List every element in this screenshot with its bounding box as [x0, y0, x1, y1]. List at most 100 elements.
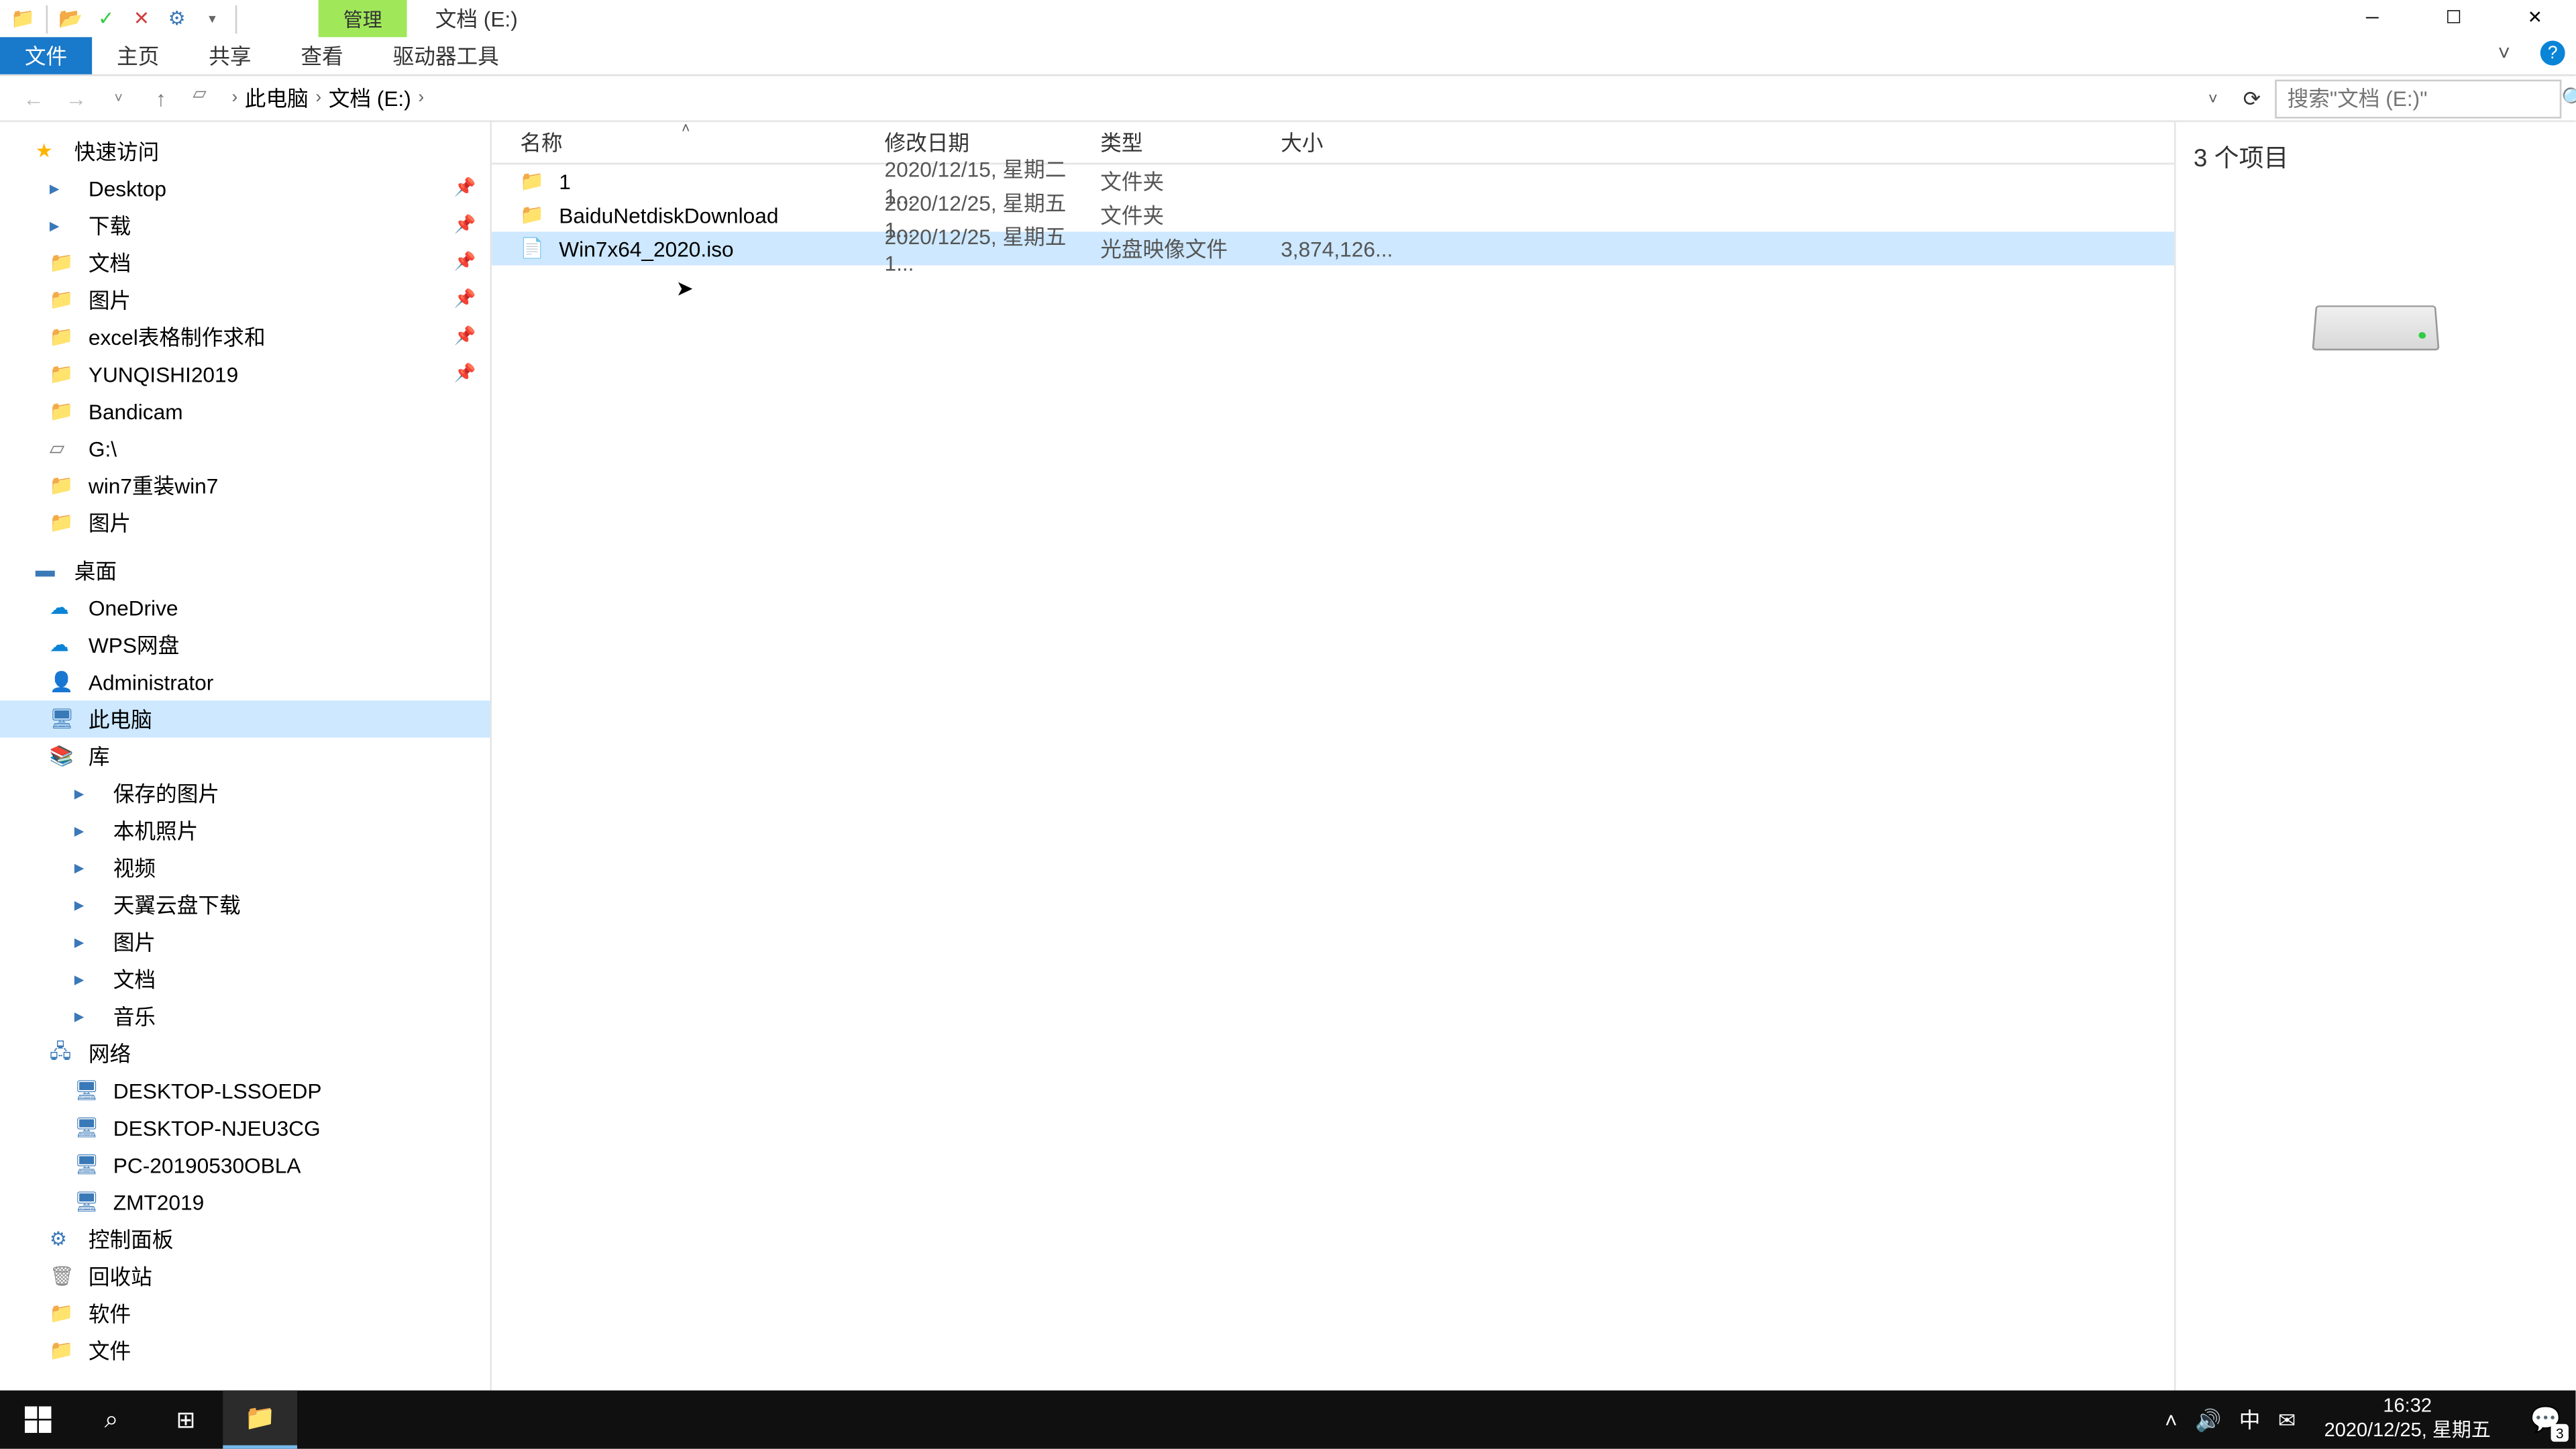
file-row[interactable]: 📁12020/12/15, 星期二 1...文件夹 [492, 164, 2174, 198]
search-input[interactable] [2288, 86, 2562, 111]
user-icon: 👤 [50, 667, 78, 696]
taskbar-search-button[interactable]: ⌕ [74, 1391, 149, 1449]
breadcrumb-separator[interactable]: › [415, 89, 427, 108]
qat-app-icon[interactable]: 📁 [7, 3, 39, 34]
refresh-button[interactable]: ⟳ [2233, 86, 2271, 111]
blue-icon: ▸ [50, 174, 78, 203]
nav-item[interactable]: ▸保存的图片 [0, 775, 490, 812]
nav-item[interactable]: ▸视频 [0, 849, 490, 886]
breadcrumb-segment[interactable]: 文档 (E:) [325, 83, 415, 113]
minimize-button[interactable]: ─ [2332, 0, 2413, 37]
tab-share[interactable]: 共享 [184, 37, 276, 74]
pc-icon: 🖥 [74, 1188, 103, 1216]
nav-item[interactable]: 📁excel表格制作求和📌 [0, 319, 490, 356]
tab-file[interactable]: 文件 [0, 37, 92, 74]
nav-item[interactable]: ▸图片 [0, 924, 490, 961]
breadcrumb[interactable]: ▱ › 此电脑 › 文档 (E:) › [184, 78, 2194, 117]
start-button[interactable] [0, 1391, 74, 1449]
nav-forward-button[interactable]: → [56, 78, 95, 117]
nav-desktop[interactable]: ▬桌面 [0, 552, 490, 589]
folder-icon: 📁 [50, 472, 78, 500]
drive-preview-icon [2314, 281, 2438, 352]
breadcrumb-separator[interactable]: › [312, 89, 325, 108]
nav-label: Bandicam [89, 399, 183, 424]
main-area: ★快速访问 ▸Desktop📌▸下载📌📁文档📌📁图片📌📁excel表格制作求和📌… [0, 122, 2575, 1391]
nav-item[interactable]: 📁文档📌 [0, 244, 490, 281]
nav-label: 软件 [89, 1299, 131, 1329]
quick-access-toolbar: 📁 📂 ✓ ✕ ⚙ ▾ [0, 3, 241, 34]
qat-open-folder-icon[interactable]: 📂 [55, 3, 87, 34]
tray-ime-icon[interactable]: 中 [2239, 1405, 2261, 1435]
search-box[interactable]: 🔍 [2275, 78, 2561, 117]
nav-item[interactable]: ☁OneDrive [0, 589, 490, 626]
nav-item[interactable]: ▸文档 [0, 961, 490, 998]
nav-network[interactable]: 🖧网络 [0, 1035, 490, 1072]
notifications-button[interactable]: 💬 3 [2516, 1391, 2576, 1449]
column-type[interactable]: 类型 [1100, 127, 1281, 158]
nav-item[interactable]: 📚库 [0, 738, 490, 775]
pin-icon: 📌 [454, 216, 476, 235]
pin-icon: 📌 [454, 290, 476, 309]
maximize-button[interactable]: ☐ [2413, 0, 2494, 37]
nav-label: Administrator [89, 669, 213, 694]
nav-item[interactable]: ▸音乐 [0, 998, 490, 1034]
cloud-icon: ☁ [50, 594, 78, 622]
nav-item[interactable]: 📁图片 [0, 504, 490, 541]
nav-back-button[interactable]: ← [14, 78, 53, 117]
nav-item[interactable]: 🗑回收站 [0, 1258, 490, 1295]
tab-view[interactable]: 查看 [276, 37, 368, 74]
nav-item[interactable]: 🖥ZMT2019 [0, 1183, 490, 1220]
tray-volume-icon[interactable]: 🔊 [2195, 1407, 2221, 1432]
nav-item[interactable]: ▸下载📌 [0, 207, 490, 244]
task-view-button[interactable]: ⊞ [149, 1391, 223, 1449]
help-icon[interactable]: ? [2540, 41, 2565, 66]
column-date[interactable]: 修改日期 [885, 127, 1101, 158]
tray-mail-icon[interactable]: ✉ [2278, 1407, 2296, 1432]
file-list[interactable]: 名称˄ 修改日期 类型 大小 ➤ 📁12020/12/15, 星期二 1...文… [492, 122, 2174, 1391]
nav-quick-access[interactable]: ★快速访问 [0, 133, 490, 170]
nav-item[interactable]: ⚙控制面板 [0, 1221, 490, 1258]
nav-label: 回收站 [89, 1261, 152, 1291]
nav-history-dropdown[interactable]: ˅ [99, 78, 138, 117]
column-name[interactable]: 名称˄ [492, 127, 884, 158]
ribbon-collapse-icon[interactable]: ˅ [2498, 41, 2526, 69]
breadcrumb-separator[interactable]: › [228, 89, 241, 108]
file-row[interactable]: 📁BaiduNetdiskDownload2020/12/25, 星期五 1..… [492, 198, 2174, 231]
tab-home[interactable]: 主页 [92, 37, 184, 74]
nav-up-button[interactable]: ↑ [142, 78, 180, 117]
navigation-pane[interactable]: ★快速访问 ▸Desktop📌▸下载📌📁文档📌📁图片📌📁excel表格制作求和📌… [0, 122, 492, 1391]
nav-item[interactable]: ▸Desktop📌 [0, 170, 490, 207]
nav-item[interactable]: 📁文件 [0, 1332, 490, 1369]
breadcrumb-segment[interactable]: 此电脑 [241, 83, 313, 113]
nav-item[interactable]: 📁软件 [0, 1295, 490, 1332]
ribbon-context-tab[interactable]: 管理 [319, 0, 407, 38]
nav-label: 下载 [89, 211, 131, 241]
nav-item[interactable]: ▱G:\ [0, 430, 490, 467]
nav-item[interactable]: 🖥DESKTOP-LSSOEDP [0, 1072, 490, 1109]
nav-item[interactable]: 👤 Administrator [0, 663, 490, 700]
nav-item[interactable]: 📁Bandicam [0, 392, 490, 429]
nav-item[interactable]: 📁YUNQISHI2019📌 [0, 356, 490, 392]
qat-checkmark-icon[interactable]: ✓ [90, 3, 121, 34]
nav-item[interactable]: ▸本机照片 [0, 812, 490, 849]
tray-clock[interactable]: 16:32 2020/12/25, 星期五 [2314, 1396, 2502, 1443]
search-icon[interactable]: 🔍 [2561, 86, 2576, 111]
file-row[interactable]: 📄Win7x64_2020.iso2020/12/25, 星期五 1...光盘映… [492, 231, 2174, 265]
blue-icon: ▸ [74, 780, 103, 808]
tray-overflow-icon[interactable]: ˄ [2165, 1407, 2178, 1432]
nav-item[interactable]: 🖥PC-20190530OBLA [0, 1146, 490, 1183]
nav-item[interactable]: ▸天翼云盘下载 [0, 886, 490, 923]
nav-item[interactable]: 🖥此电脑 [0, 700, 490, 737]
nav-item[interactable]: 📁图片📌 [0, 281, 490, 318]
qat-properties-icon[interactable]: ⚙ [161, 3, 193, 34]
qat-dropdown-icon[interactable]: ▾ [197, 3, 228, 34]
close-button[interactable]: ✕ [2494, 0, 2575, 37]
nav-item[interactable]: 📁win7重装win7 [0, 467, 490, 504]
address-dropdown-icon[interactable]: ˅ [2197, 89, 2229, 107]
nav-item[interactable]: ☁WPS网盘 [0, 626, 490, 663]
column-size[interactable]: 大小 [1281, 127, 1387, 158]
qat-close-icon[interactable]: ✕ [125, 3, 157, 34]
nav-item[interactable]: 🖥DESKTOP-NJEU3CG [0, 1109, 490, 1146]
tab-drive-tools[interactable]: 驱动器工具 [368, 37, 524, 74]
taskbar-explorer-button[interactable]: 📁 [223, 1391, 297, 1449]
